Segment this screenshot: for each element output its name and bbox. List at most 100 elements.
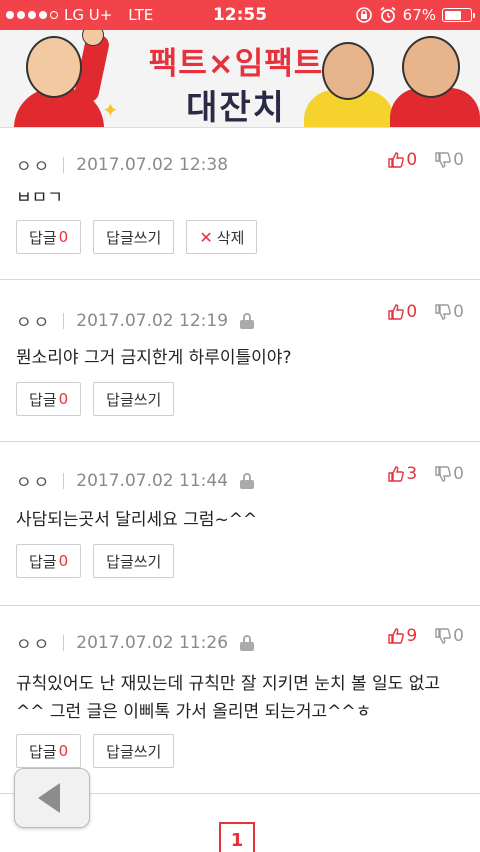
upvote-count: 3 — [406, 464, 418, 484]
comment-meta: ㅇㅇ 2017.07.02 11:44 — [16, 468, 255, 493]
thumbs-up-icon — [388, 628, 405, 644]
reply-count-button[interactable]: 답글 0 — [16, 220, 82, 254]
upvote-count: 0 — [406, 150, 418, 170]
reply-label: 답글 — [29, 742, 57, 761]
write-reply-button[interactable]: 답글쓰기 — [93, 544, 175, 578]
rotation-lock-icon — [355, 7, 372, 23]
sparkle-icon: ✦ — [102, 98, 119, 122]
comment-actions: 답글 0 답글쓰기 — [16, 382, 175, 416]
delete-label: 삭제 — [216, 228, 245, 247]
thumbs-down-icon — [435, 466, 452, 482]
comment-author: ㅇㅇ — [16, 473, 52, 493]
reply-count: 0 — [58, 228, 69, 246]
comment-text-line: 규칙있어도 난 재밌는데 규칙만 잘 지키면 눈치 볼 일도 없고 — [16, 674, 440, 694]
lock-icon — [240, 634, 255, 651]
character-left-face — [26, 36, 82, 98]
downvote-button[interactable]: 0 — [435, 302, 464, 322]
write-reply-button[interactable]: 답글쓰기 — [93, 734, 175, 768]
thumbs-up-icon — [388, 466, 405, 482]
delete-button[interactable]: ✕ 삭제 — [186, 220, 258, 254]
write-reply-button[interactable]: 답글쓰기 — [93, 382, 175, 416]
thumbs-down-icon — [435, 304, 452, 320]
meta-divider — [63, 472, 65, 489]
upvote-button[interactable]: 3 — [388, 464, 417, 484]
vote-group: 9 0 — [388, 626, 464, 646]
write-reply-button[interactable]: 답글쓰기 — [93, 220, 175, 254]
upvote-count: 9 — [406, 626, 418, 646]
write-reply-label: 답글쓰기 — [106, 552, 162, 571]
downvote-button[interactable]: 0 — [435, 626, 464, 646]
vote-group: 0 0 — [388, 302, 464, 322]
comment-date: 2017.07.02 12:38 — [76, 154, 229, 175]
comment-meta: ㅇㅇ 2017.07.02 12:38 — [16, 152, 229, 178]
meta-divider — [63, 312, 65, 329]
status-bar: LG U+ LTE 12:55 67% — [0, 0, 480, 30]
reply-count: 0 — [58, 552, 69, 570]
downvote-button[interactable]: 0 — [435, 150, 464, 170]
comment-actions: 답글 0 답글쓰기 — [16, 544, 175, 578]
comment-text: 뭔소리야 그거 금지한게 하루이틀이야? — [16, 348, 292, 368]
comment-item: ㅇㅇ 2017.07.02 12:38 0 0 ㅂㅁㄱ 답글 0 답글쓰기 ✕ … — [0, 128, 480, 280]
meta-divider — [63, 156, 65, 173]
comment-item: ㅇㅇ 2017.07.02 11:26 9 0 규칙있어도 난 재밌는데 규칙만… — [0, 606, 480, 794]
status-right: 67% — [355, 0, 475, 30]
comment-item: ㅇㅇ 2017.07.02 11:44 3 0 사담되는곳서 달리세요 그럼~^… — [0, 442, 480, 606]
thumbs-up-icon — [388, 304, 405, 320]
meta-divider — [63, 634, 65, 651]
thumbs-up-icon — [388, 152, 405, 168]
write-reply-label: 답글쓰기 — [106, 228, 162, 247]
battery-percent: 67% — [402, 6, 436, 24]
reply-count-button[interactable]: 답글 0 — [16, 382, 82, 416]
reply-count: 0 — [58, 742, 69, 760]
downvote-count: 0 — [453, 626, 464, 646]
character-right-face — [402, 36, 460, 98]
close-icon: ✕ — [199, 227, 213, 247]
page-number-current[interactable]: 1 — [219, 822, 255, 852]
thumbs-down-icon — [435, 628, 452, 644]
lock-icon — [240, 312, 255, 329]
vote-group: 3 0 — [388, 464, 464, 484]
comment-text: 사담되는곳서 달리세요 그럼~^^ — [16, 510, 258, 530]
battery-icon — [442, 8, 475, 22]
downvote-count: 0 — [453, 464, 464, 484]
downvote-button[interactable]: 0 — [435, 464, 464, 484]
reply-count: 0 — [58, 390, 69, 408]
reply-label: 답글 — [29, 552, 57, 571]
character-middle-face — [322, 42, 374, 100]
battery-fill — [444, 10, 462, 20]
comment-date: 2017.07.02 11:44 — [76, 470, 229, 491]
comment-item: ㅇㅇ 2017.07.02 12:19 0 0 뭔소리야 그거 금지한게 하루이… — [0, 280, 480, 442]
comment-text-line: ^^ 그런 글은 이삐톡 가서 올리면 되는거고^^ㅎ — [16, 702, 372, 722]
comment-text: 규칙있어도 난 재밌는데 규칙만 잘 지키면 눈치 볼 일도 없고 ^^ 그런 … — [16, 670, 464, 726]
comment-meta: ㅇㅇ 2017.07.02 11:26 — [16, 630, 255, 655]
comment-actions: 답글 0 답글쓰기 ✕ 삭제 — [16, 220, 258, 254]
upvote-button[interactable]: 9 — [388, 626, 417, 646]
banner-title: 팩트×임팩트 — [148, 46, 324, 82]
thumbs-down-icon — [435, 152, 452, 168]
vote-group: 0 0 — [388, 150, 464, 170]
lock-icon — [240, 472, 255, 489]
comment-author: ㅇㅇ — [16, 635, 52, 655]
alarm-icon — [380, 6, 396, 23]
comment-date: 2017.07.02 11:26 — [76, 632, 229, 653]
comment-text: ㅂㅁㄱ — [16, 188, 63, 208]
upvote-button[interactable]: 0 — [388, 150, 417, 170]
comment-author: ㅇㅇ — [16, 313, 52, 333]
write-reply-label: 답글쓰기 — [106, 742, 162, 761]
comment-date: 2017.07.02 12:19 — [76, 310, 229, 331]
upvote-count: 0 — [406, 302, 418, 322]
reply-label: 답글 — [29, 228, 57, 247]
reply-count-button[interactable]: 답글 0 — [16, 544, 82, 578]
comment-actions: 답글 0 답글쓰기 — [16, 734, 175, 768]
downvote-count: 0 — [453, 302, 464, 322]
write-reply-label: 답글쓰기 — [106, 390, 162, 409]
downvote-count: 0 — [453, 150, 464, 170]
back-arrow-icon — [38, 783, 60, 813]
reply-label: 답글 — [29, 390, 57, 409]
comment-author: ㅇㅇ — [16, 157, 52, 177]
event-banner[interactable]: ✦ 팩트×임팩트 대잔치 — [0, 30, 480, 128]
reply-count-button[interactable]: 답글 0 — [16, 734, 82, 768]
comment-meta: ㅇㅇ 2017.07.02 12:19 — [16, 308, 255, 333]
upvote-button[interactable]: 0 — [388, 302, 417, 322]
back-button[interactable] — [14, 768, 90, 828]
